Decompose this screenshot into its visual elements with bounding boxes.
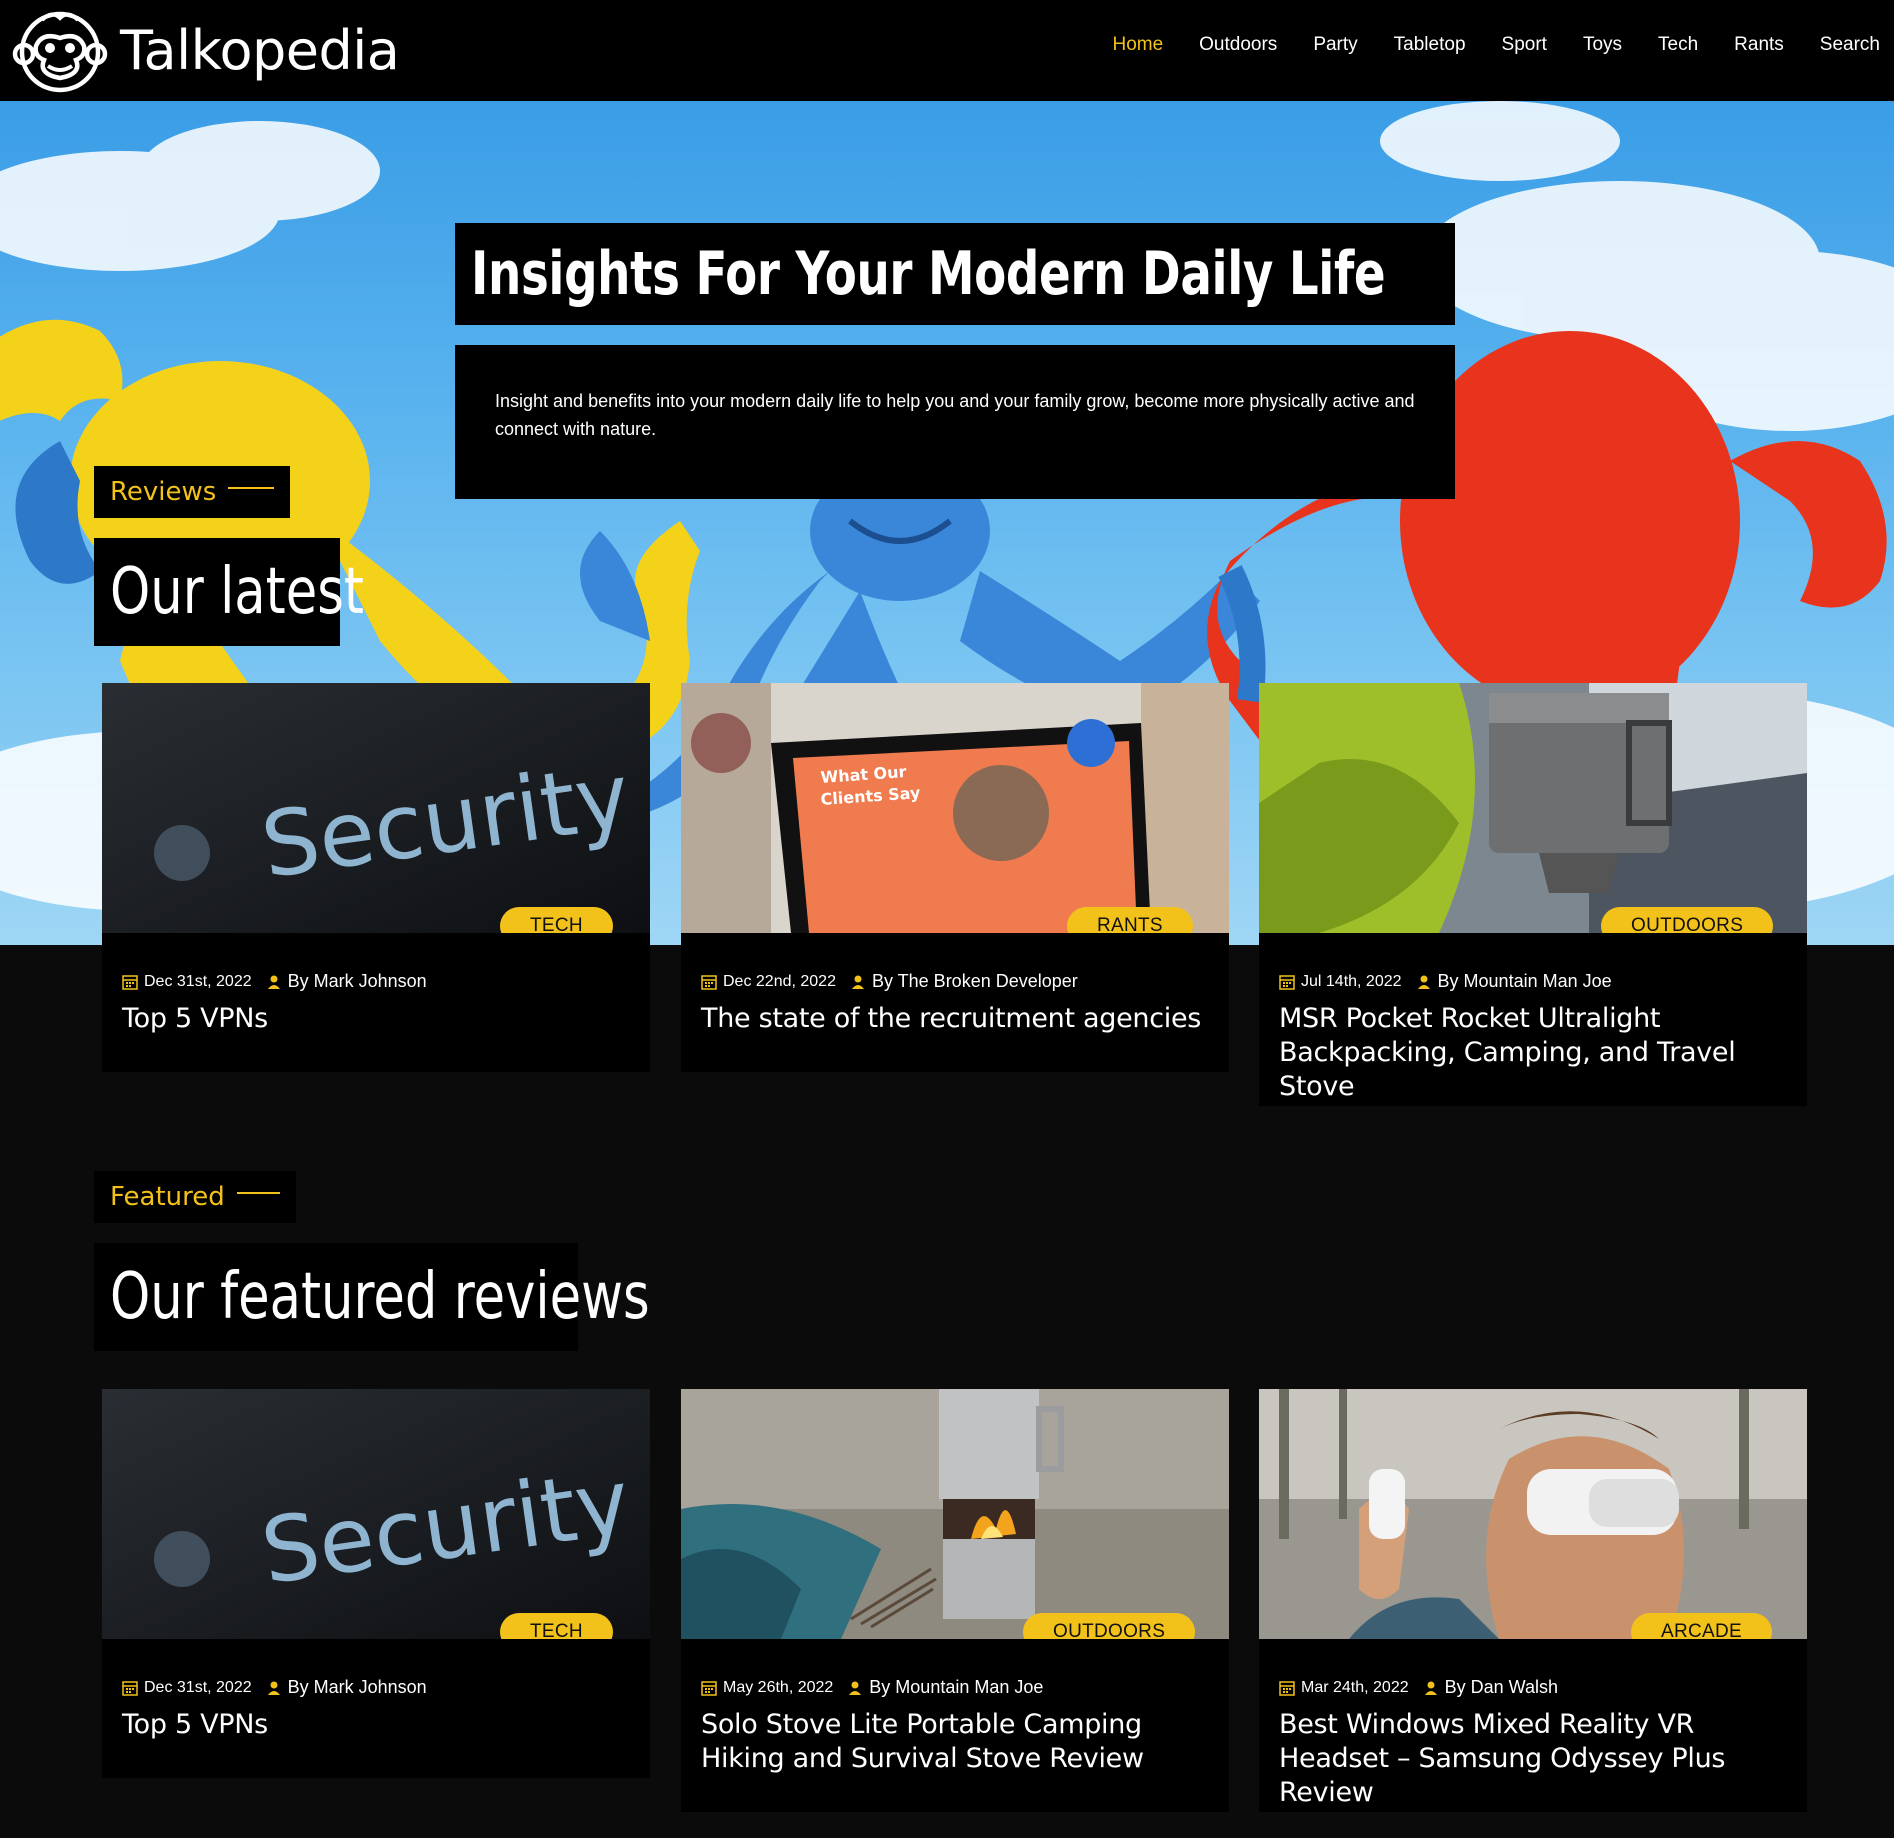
- card-image[interactable]: ARCADE: [1259, 1389, 1807, 1639]
- camping-pot-image: [1259, 683, 1807, 933]
- card-title[interactable]: Solo Stove Lite Portable Camping Hiking …: [681, 1698, 1229, 1776]
- featured-section-title: Our featured reviews: [94, 1243, 650, 1351]
- nav-tech[interactable]: Tech: [1640, 30, 1716, 60]
- user-icon: [267, 975, 280, 989]
- card-meta: Mar 24th, 2022 By Dan Walsh: [1259, 1639, 1807, 1698]
- section-heading: Our featured reviews: [110, 1260, 650, 1334]
- user-icon: [1417, 975, 1430, 989]
- hero-title: Insights For Your Modern Daily Life: [471, 239, 1386, 309]
- kicker-label: Featured: [110, 1182, 225, 1212]
- nav-home[interactable]: Home: [1094, 30, 1181, 60]
- card-author[interactable]: By Mark Johnson: [288, 1677, 427, 1698]
- category-badge[interactable]: OUTDOORS: [1023, 1613, 1196, 1639]
- card-meta: Dec 31st, 2022 By Mark Johnson: [102, 933, 650, 992]
- category-badge[interactable]: OUTDOORS: [1601, 907, 1774, 933]
- kicker-label: Reviews: [110, 477, 217, 507]
- card-author[interactable]: By The Broken Developer: [872, 971, 1078, 992]
- tablet-clients-image: What Our Clients Say: [681, 683, 1229, 933]
- category-badge[interactable]: TECH: [500, 1613, 613, 1639]
- kicker-line: [236, 1192, 280, 1194]
- nav-tabletop[interactable]: Tabletop: [1376, 30, 1484, 60]
- card-meta: Dec 22nd, 2022 By The Broken Developer: [681, 933, 1229, 992]
- site-logo[interactable]: Talkopedia: [12, 4, 400, 96]
- calendar-icon: [1279, 1680, 1295, 1696]
- nav-rants[interactable]: Rants: [1716, 30, 1802, 60]
- vr-headset-image: [1259, 1389, 1807, 1639]
- user-icon: [851, 975, 864, 989]
- card-title[interactable]: MSR Pocket Rocket Ultralight Backpacking…: [1259, 992, 1807, 1104]
- card-date: Dec 22nd, 2022: [723, 972, 836, 990]
- calendar-icon: [122, 1680, 138, 1696]
- card-title[interactable]: Top 5 VPNs: [102, 1698, 650, 1742]
- latest-card-3[interactable]: OUTDOORS Jul 14th, 2022 By Mountain Man …: [1259, 683, 1807, 1106]
- card-image[interactable]: OUTDOORS: [1259, 683, 1807, 933]
- calendar-icon: [122, 974, 138, 990]
- featured-card-1[interactable]: Security TECH Dec 31st, 2022 By Mark Joh…: [102, 1389, 650, 1778]
- security-screen-image: Security: [102, 683, 650, 933]
- calendar-icon: [701, 1680, 717, 1696]
- card-author[interactable]: By Mountain Man Joe: [1438, 971, 1612, 992]
- featured-kicker: Featured: [94, 1171, 296, 1223]
- nav-toys[interactable]: Toys: [1565, 30, 1640, 60]
- card-title[interactable]: Best Windows Mixed Reality VR Headset – …: [1259, 1698, 1807, 1810]
- card-image[interactable]: Security TECH: [102, 683, 650, 933]
- category-badge[interactable]: ARCADE: [1631, 1613, 1772, 1639]
- hero-description-box: Insight and benefits into your modern da…: [455, 345, 1455, 499]
- card-date: Dec 31st, 2022: [144, 1678, 252, 1696]
- monkey-face-icon: [12, 11, 108, 93]
- hero-description: Insight and benefits into your modern da…: [495, 391, 1415, 439]
- card-meta: May 26th, 2022 By Mountain Man Joe: [681, 1639, 1229, 1698]
- nav-outdoors[interactable]: Outdoors: [1181, 30, 1295, 60]
- featured-card-2[interactable]: OUTDOORS May 26th, 2022 By Mountain Man …: [681, 1389, 1229, 1812]
- card-title[interactable]: The state of the recruitment agencies: [681, 992, 1229, 1036]
- latest-card-1[interactable]: Security TECH Dec 31st, 2022 By Mark Joh…: [102, 683, 650, 1072]
- latest-card-2[interactable]: What Our Clients Say RANTS Dec 22nd, 202…: [681, 683, 1229, 1072]
- security-screen-image: Security: [102, 1389, 650, 1639]
- featured-card-3[interactable]: ARCADE Mar 24th, 2022 By Dan Walsh Best …: [1259, 1389, 1807, 1812]
- calendar-icon: [1279, 974, 1295, 990]
- card-author[interactable]: By Mark Johnson: [288, 971, 427, 992]
- section-heading: Our latest: [110, 555, 364, 629]
- card-image[interactable]: Security TECH: [102, 1389, 650, 1639]
- camp-stove-fire-image: [681, 1389, 1229, 1639]
- nav-party[interactable]: Party: [1295, 30, 1375, 60]
- site-title: Talkopedia: [120, 18, 400, 82]
- site-header: Talkopedia Home Outdoors Party Tabletop …: [0, 0, 1894, 101]
- user-icon: [1424, 1681, 1437, 1695]
- hero-title-box: Insights For Your Modern Daily Life: [455, 223, 1455, 325]
- card-author[interactable]: By Dan Walsh: [1445, 1677, 1558, 1698]
- user-icon: [849, 1681, 862, 1695]
- category-badge[interactable]: RANTS: [1067, 907, 1193, 933]
- card-author[interactable]: By Mountain Man Joe: [869, 1677, 1043, 1698]
- main-nav: Home Outdoors Party Tabletop Sport Toys …: [1094, 30, 1880, 60]
- card-date: May 26th, 2022: [723, 1678, 834, 1696]
- user-icon: [267, 1681, 280, 1695]
- nav-search[interactable]: Search: [1802, 30, 1880, 60]
- kicker-line: [228, 487, 274, 489]
- card-date: Dec 31st, 2022: [144, 972, 252, 990]
- reviews-kicker: Reviews: [94, 466, 290, 518]
- card-meta: Dec 31st, 2022 By Mark Johnson: [102, 1639, 650, 1698]
- card-meta: Jul 14th, 2022 By Mountain Man Joe: [1259, 933, 1807, 992]
- calendar-icon: [701, 974, 717, 990]
- latest-section-title: Our latest: [94, 538, 364, 646]
- card-date: Mar 24th, 2022: [1301, 1678, 1409, 1696]
- nav-sport[interactable]: Sport: [1484, 30, 1565, 60]
- card-title[interactable]: Top 5 VPNs: [102, 992, 650, 1036]
- card-image[interactable]: What Our Clients Say RANTS: [681, 683, 1229, 933]
- card-image[interactable]: OUTDOORS: [681, 1389, 1229, 1639]
- card-date: Jul 14th, 2022: [1301, 972, 1402, 990]
- category-badge[interactable]: TECH: [500, 907, 613, 933]
